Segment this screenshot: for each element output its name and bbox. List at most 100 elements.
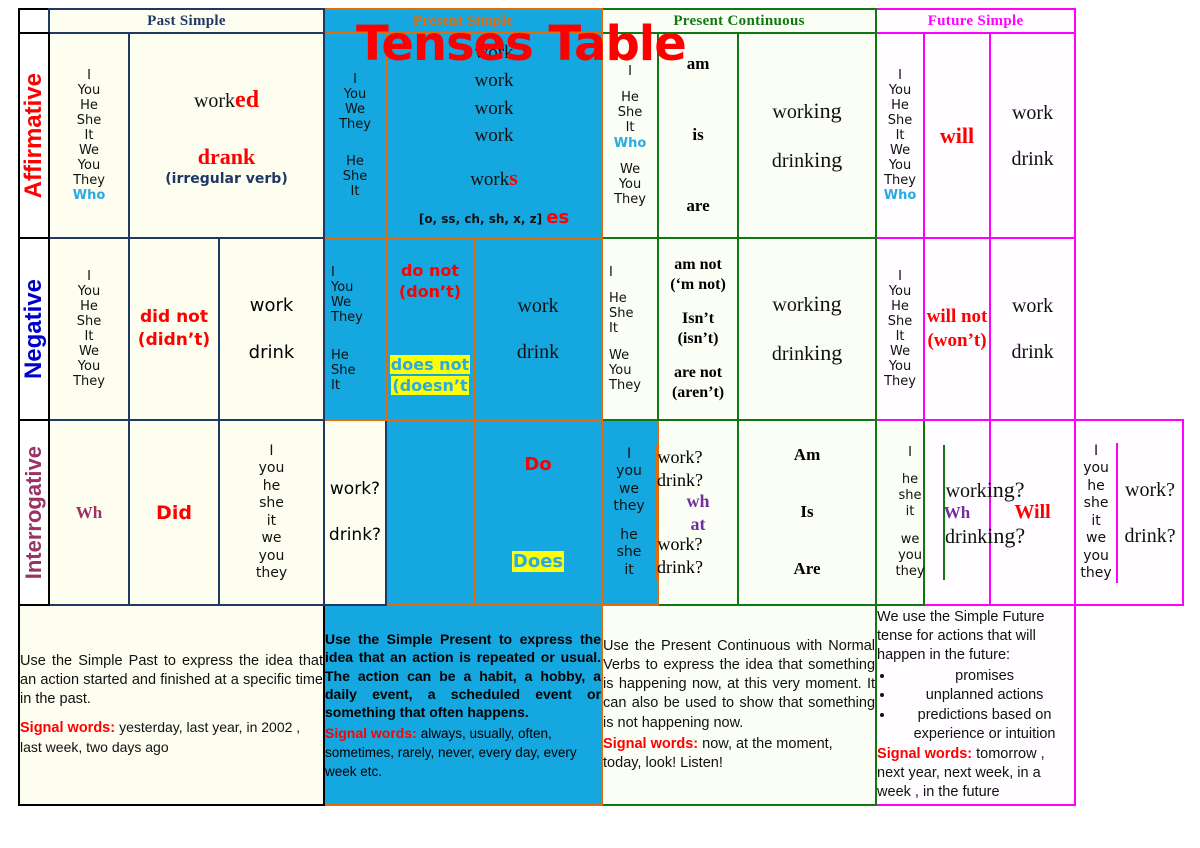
verb: drink? xyxy=(1124,524,1176,547)
subject: It xyxy=(84,329,94,344)
auxiliary-m-not: (‘m not) xyxy=(670,276,726,293)
subject: She xyxy=(617,105,643,121)
subject: She xyxy=(76,313,102,329)
cell-interrogative-present-continuous-subjects-verbs: I he she it we you they working? drinkin… xyxy=(875,419,1025,606)
cell-affirmative-past-subjects: I You He She It We You They Who xyxy=(48,32,130,239)
column-header-past-simple: Past Simple xyxy=(48,8,325,34)
subject: we xyxy=(1086,530,1107,546)
auxiliary-am: Am xyxy=(793,445,821,465)
auxiliary-am: am xyxy=(686,54,710,74)
subject: I xyxy=(87,268,91,284)
subject-who: Who xyxy=(72,188,106,204)
row-negative: Negative I You He She It We You They did… xyxy=(18,237,1183,421)
subject: They xyxy=(73,173,105,189)
column-header-future-simple: Future Simple xyxy=(875,8,1077,34)
subject: it xyxy=(624,561,634,578)
verb-suffix: ing xyxy=(813,97,842,123)
spelling-rule: [o, ss, ch, sh, x, z] xyxy=(418,212,543,227)
subject: You xyxy=(888,158,912,174)
subject: he xyxy=(901,471,919,487)
verb: work? xyxy=(657,446,703,467)
description-future-simple: We use the Simple Future tense for actio… xyxy=(875,604,1077,806)
subject: She xyxy=(887,112,913,128)
subject: We xyxy=(889,344,911,360)
subject: I xyxy=(609,265,613,281)
description-past-simple: Use the Simple Past to express the idea … xyxy=(18,604,325,806)
signal-words-label: Signal words: xyxy=(877,745,973,762)
auxiliary-are-not: are not xyxy=(673,364,723,381)
cell-interrogative-present-simple-aux: Do Does xyxy=(472,419,604,606)
tenses-table-page: Past Simple Present Simple Present Conti… xyxy=(0,0,1200,848)
verb-stem: drink xyxy=(771,149,815,172)
auxiliary-dont: (don’t) xyxy=(398,282,462,302)
verb: drink? xyxy=(657,556,704,577)
description-present-simple: Use the Simple Present to express the id… xyxy=(322,604,604,806)
verb: work? xyxy=(1125,478,1176,501)
cell-interrogative-past-verbs: work? drink? xyxy=(323,419,387,606)
subject: He xyxy=(346,154,364,170)
subject: She xyxy=(887,313,913,329)
subject: She xyxy=(331,362,356,378)
cell-negative-past-verbs: work drink xyxy=(218,237,325,421)
row-descriptions: Use the Simple Past to express the idea … xyxy=(18,604,1183,806)
cell-negative-future-aux: will not (won’t) xyxy=(923,237,992,421)
cell-affirmative-present-simple-subjects: I You We They He She It xyxy=(323,32,387,239)
subject: You xyxy=(77,82,101,98)
cell-negative-present-continuous-aux: am not (‘m not) Isn’t (isn’t) are not (a… xyxy=(657,237,740,421)
column-header-present-continuous: Present Continuous xyxy=(601,8,878,34)
subject: he xyxy=(620,526,638,543)
subject: He xyxy=(609,291,627,307)
subject: She xyxy=(342,169,368,185)
verb: drink xyxy=(1011,147,1054,170)
subject: I xyxy=(269,442,274,459)
subject: you xyxy=(258,547,285,564)
subject: We xyxy=(344,101,366,117)
auxiliary-didnt: (didn’t) xyxy=(137,330,211,350)
cell-affirmative-present-continuous-subjects: I He She It Who We You They xyxy=(601,32,660,239)
cell-interrogative-future-subjects-verbs: I you he she it we you they work? drink? xyxy=(1074,419,1184,606)
subject: I xyxy=(331,265,335,281)
subject: It xyxy=(84,127,94,143)
cell-negative-present-simple-aux: do not (don’t) does not (doesn’t xyxy=(385,237,475,421)
subject: They xyxy=(614,191,646,207)
cell-affirmative-present-simple-verbs: work work work work works [o, ss, ch, sh… xyxy=(384,32,604,239)
cell-affirmative-past-verbs: worked drank (irregular verb) xyxy=(128,32,325,239)
signal-words-label: Signal words: xyxy=(603,735,699,752)
verb: drink xyxy=(516,341,560,363)
cell-affirmative-future-subjects: I You He She It We You They Who xyxy=(875,32,926,239)
cell-affirmative-present-continuous-verbs: working drinking xyxy=(737,32,878,239)
verb: work xyxy=(1011,295,1054,317)
subject: You xyxy=(888,82,912,98)
subject: it xyxy=(1091,512,1101,529)
description-body: Use the Present Continuous with Normal V… xyxy=(603,638,876,731)
auxiliary-will: will xyxy=(939,122,975,148)
subject: We xyxy=(331,295,352,311)
subject: We xyxy=(619,161,641,177)
row-label-interrogative-text: Interrogative xyxy=(21,445,46,580)
cell-interrogative-past-subjects: I you he she it we you they xyxy=(218,419,325,606)
subject: They xyxy=(884,173,916,189)
subject: it xyxy=(266,512,277,529)
row-label-affirmative: Affirmative xyxy=(18,32,50,239)
subject: You xyxy=(77,158,101,174)
cell-interrogative-present-continuous-aux: Am Is Are xyxy=(737,419,878,606)
subject-who: Who xyxy=(613,135,647,151)
wh-word: Wh xyxy=(943,502,971,522)
verb: work xyxy=(1011,101,1054,124)
cell-interrogative-present-simple-subjects-verbs: I you we they he she it work? drink? wor… xyxy=(601,419,703,606)
cell-negative-past-aux: did not (didn’t) xyxy=(128,237,220,421)
cell-negative-future-subjects: I You He She It We You They xyxy=(875,237,926,421)
auxiliary-does: Does xyxy=(511,550,565,572)
subject: it xyxy=(905,504,915,520)
verb: drink? xyxy=(657,470,704,491)
wh-word: what xyxy=(686,491,710,534)
subject: you xyxy=(258,460,285,476)
verb: work xyxy=(474,42,514,64)
subject: We xyxy=(78,344,100,360)
subject: I xyxy=(626,445,632,462)
verb: work? xyxy=(657,533,703,554)
auxiliary-am-not: am not xyxy=(674,256,722,273)
auxiliary-do: Do xyxy=(524,453,552,475)
list-item: promises xyxy=(895,667,1074,686)
subject: you xyxy=(1083,547,1109,564)
